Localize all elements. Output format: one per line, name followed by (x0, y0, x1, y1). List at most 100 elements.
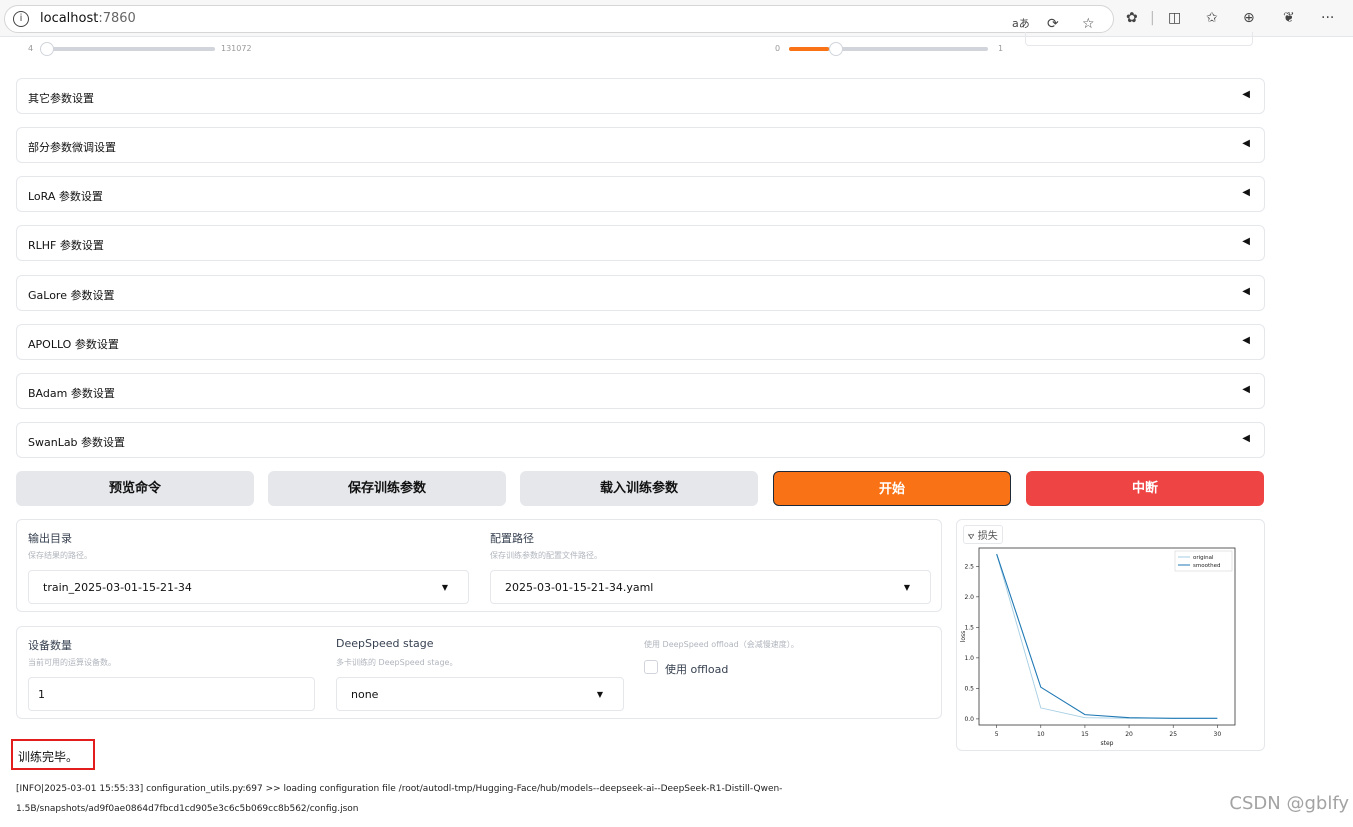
copilot-icon[interactable]: ❦ (1283, 10, 1295, 26)
config-path-info: 保存训练参数的配置文件路径。 (490, 551, 602, 560)
log-line: 1.5B/snapshots/ad9f0ae0864d7fbcd1cd905e3… (16, 804, 359, 814)
config-path-value: 2025-03-01-15-21-34.yaml (505, 581, 654, 594)
accordion-lora-settings[interactable]: LoRA 参数设置 ◀ (16, 176, 1265, 212)
accordion-label: RLHF 参数设置 (28, 239, 104, 252)
plot-frame (978, 547, 1236, 726)
x-tick-label: 20 (1125, 731, 1133, 738)
url-port: :7860 (98, 11, 136, 26)
slider-max-label: 131072 (221, 44, 252, 53)
accordion-label: BAdam 参数设置 (28, 387, 115, 400)
collections-icon[interactable]: ⊕ (1243, 10, 1255, 26)
extensions-icon[interactable]: ✿ (1126, 10, 1138, 26)
config-path-label: 配置路径 (490, 532, 534, 545)
x-tick-label: 5 (995, 731, 999, 738)
slider2-thumb[interactable] (828, 42, 843, 56)
watermark: CSDN @gblfy (1229, 793, 1349, 814)
device-count-info: 当前可用的运算设备数。 (28, 658, 116, 667)
accordion-rlhf-settings[interactable]: RLHF 参数设置 ◀ (16, 225, 1265, 261)
y-tick-label: 1.0 (964, 655, 974, 662)
loss-chart: 5 10 15 20 25 30 0.0 0.5 1.0 1.5 2.0 2.5 step loss ori… (960, 547, 1236, 747)
favorites-icon[interactable]: ✩ (1206, 10, 1218, 26)
accordion-label: SwanLab 参数设置 (28, 436, 126, 449)
collapse-arrow-icon: ◀ (1242, 138, 1250, 149)
device-panel: 设备数量 当前可用的运算设备数。 1 DeepSpeed stage 多卡训练的… (16, 626, 942, 719)
y-tick-label: 2.5 (964, 563, 974, 570)
y-tick-label: 0.5 (964, 685, 974, 692)
deepspeed-stage-value: none (351, 688, 379, 701)
accordion-galore-settings[interactable]: GaLore 参数设置 ◀ (16, 275, 1265, 311)
dropdown-caret-icon: ▼ (903, 583, 910, 592)
accordion-swanlab-settings[interactable]: SwanLab 参数设置 ◀ (16, 422, 1265, 458)
y-tick-label: 2.0 (964, 594, 974, 601)
accordion-other-settings[interactable]: 其它参数设置 ◀ (16, 78, 1265, 114)
legend-label: original (1193, 555, 1214, 561)
collapse-arrow-icon: ◀ (1242, 236, 1250, 247)
y-axis-label: loss (960, 631, 967, 643)
offload-checkbox[interactable] (644, 660, 658, 674)
x-tick-label: 25 (1169, 731, 1177, 738)
address-bar[interactable]: i localhost:7860 aあ ⟳ ☆ (4, 5, 1114, 33)
y-tick-label: 0.0 (964, 716, 974, 723)
more-icon[interactable]: ··· (1321, 10, 1334, 26)
x-axis-label: step (1101, 740, 1114, 747)
collapse-arrow-icon: ◀ (1242, 187, 1250, 198)
refresh-icon[interactable]: ⟳ (1047, 16, 1059, 32)
url-host: localhost (40, 11, 99, 26)
config-path-dropdown[interactable]: 2025-03-01-15-21-34.yaml ▼ (490, 570, 931, 604)
accordion-label: 其它参数设置 (28, 92, 94, 105)
output-dir-dropdown[interactable]: train_2025-03-01-15-21-34 ▼ (28, 570, 469, 604)
preview-command-button[interactable]: 预览命令 (16, 471, 254, 506)
slider-min-label: 4 (28, 44, 34, 53)
toolbar-divider: | (1150, 10, 1155, 26)
collapse-arrow-icon: ◀ (1242, 384, 1250, 395)
accordion-label: 部分参数微调设置 (28, 141, 116, 154)
x-tick-label: 10 (1037, 731, 1045, 738)
translate-icon[interactable]: aあ (1012, 16, 1030, 32)
status-message: 训练完毕。 (11, 739, 95, 770)
output-dir-value: train_2025-03-01-15-21-34 (43, 581, 192, 594)
slider2-max-label: 1 (998, 44, 1004, 53)
sliders-row: 4 131072 0 1 (16, 32, 1265, 62)
collapse-arrow-icon: ◀ (1242, 286, 1250, 297)
split-screen-icon[interactable]: ◫ (1168, 10, 1181, 26)
start-button[interactable]: 开始 (773, 471, 1011, 506)
accordion-apollo-settings[interactable]: APOLLO 参数设置 ◀ (16, 324, 1265, 360)
offload-label[interactable]: 使用 offload (665, 661, 728, 677)
y-tick-label: 1.5 (964, 624, 974, 631)
collapse-arrow-icon: ◀ (1242, 89, 1250, 100)
info-icon[interactable]: i (13, 11, 29, 27)
legend-label: smoothed (1193, 563, 1220, 569)
device-count-value: 1 (38, 688, 45, 701)
url-text[interactable]: localhost:7860 (40, 11, 136, 26)
deepspeed-stage-label: DeepSpeed stage (336, 637, 434, 650)
collapse-arrow-icon: ◀ (1242, 335, 1250, 346)
output-panel: 输出目录 保存结果的路径。 train_2025-03-01-15-21-34 … (16, 519, 942, 612)
stop-button[interactable]: 中断 (1026, 471, 1264, 506)
accordion-badam-settings[interactable]: BAdam 参数设置 ◀ (16, 373, 1265, 409)
series-line-original (996, 553, 1218, 719)
number-input[interactable] (1025, 32, 1253, 46)
x-tick-label: 15 (1081, 731, 1089, 738)
output-dir-label: 输出目录 (28, 532, 72, 545)
output-dir-info: 保存结果的路径。 (28, 551, 92, 560)
star-icon[interactable]: ☆ (1082, 16, 1095, 32)
dropdown-caret-icon: ▼ (596, 690, 603, 699)
loss-chart-panel: ⦡ 损失 5 10 15 20 25 30 0.0 0.5 1.0 1.5 2.0 2.5 step lo… (956, 519, 1265, 751)
accordion-label: GaLore 参数设置 (28, 289, 115, 302)
save-args-button[interactable]: 保存训练参数 (268, 471, 506, 506)
device-count-input[interactable]: 1 (28, 677, 315, 711)
load-args-button[interactable]: 载入训练参数 (520, 471, 758, 506)
dropdown-caret-icon: ▼ (441, 583, 448, 592)
x-tick-label: 30 (1214, 731, 1222, 738)
series-line-smoothed (996, 553, 1218, 719)
slider-track[interactable] (40, 47, 215, 51)
accordion-label: LoRA 参数设置 (28, 190, 103, 203)
deepspeed-stage-info: 多卡训练的 DeepSpeed stage。 (336, 658, 458, 667)
slider-thumb[interactable] (40, 42, 54, 56)
collapse-arrow-icon: ◀ (1242, 433, 1250, 444)
deepspeed-stage-dropdown[interactable]: none ▼ (336, 677, 624, 711)
slider2-min-label: 0 (775, 44, 781, 53)
accordion-freeze-settings[interactable]: 部分参数微调设置 ◀ (16, 127, 1265, 163)
accordion-label: APOLLO 参数设置 (28, 338, 119, 351)
device-count-label: 设备数量 (28, 639, 72, 652)
